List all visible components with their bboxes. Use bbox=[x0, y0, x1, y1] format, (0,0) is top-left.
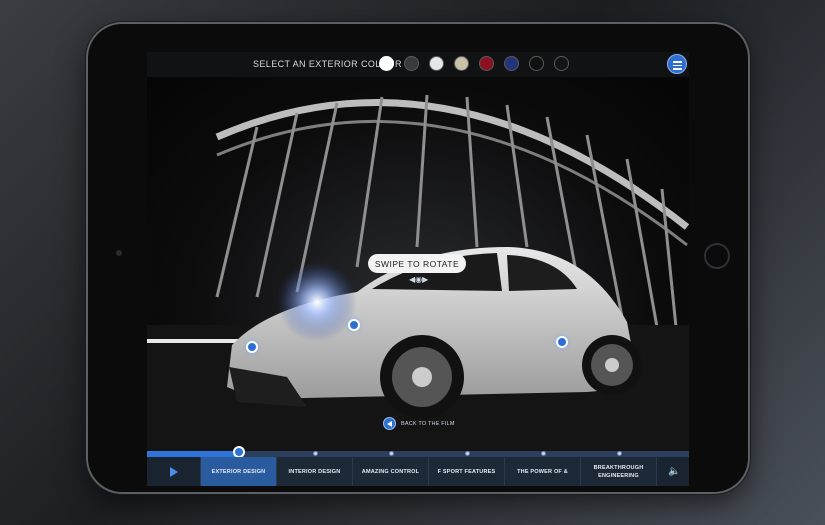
tablet-frame: SELECT AN EXTERIOR COLOUR SWIPE TO ROTAT… bbox=[88, 24, 748, 492]
colour-swatch-black[interactable] bbox=[529, 56, 544, 71]
chapter-marker[interactable] bbox=[389, 451, 394, 456]
colour-swatch-beige[interactable] bbox=[454, 56, 469, 71]
chapter-tab[interactable]: F SPORT FEATURES bbox=[429, 457, 505, 486]
colour-selector-bar: SELECT AN EXTERIOR COLOUR bbox=[147, 52, 689, 77]
front-camera bbox=[116, 250, 122, 256]
swipe-to-rotate-label: SWIPE TO ROTATE bbox=[368, 254, 466, 273]
colour-swatch-dark-grey[interactable] bbox=[404, 56, 419, 71]
car-360-viewer[interactable]: SWIPE TO ROTATE ◀◉▶ BACK TO THE FILM bbox=[147, 77, 689, 451]
chapter-tab[interactable]: INTERIOR DESIGN bbox=[277, 457, 353, 486]
back-arrow-icon bbox=[383, 417, 396, 430]
home-button[interactable] bbox=[704, 243, 730, 269]
colour-swatch-blue[interactable] bbox=[504, 56, 519, 71]
colour-swatch-red[interactable] bbox=[479, 56, 494, 71]
app-screen: SELECT AN EXTERIOR COLOUR SWIPE TO ROTAT… bbox=[147, 52, 689, 486]
hotspot-headlight[interactable] bbox=[348, 319, 360, 331]
chapter-marker[interactable] bbox=[465, 451, 470, 456]
chapter-marker[interactable] bbox=[313, 451, 318, 456]
colour-swatch-white[interactable] bbox=[379, 56, 394, 71]
hotspot-side[interactable] bbox=[556, 336, 568, 348]
colour-swatch-black-2[interactable] bbox=[554, 56, 569, 71]
menu-button[interactable] bbox=[667, 54, 687, 74]
back-to-film-label: BACK TO THE FILM bbox=[401, 420, 455, 427]
chapter-marker[interactable] bbox=[541, 451, 546, 456]
hotspot-front-grille[interactable] bbox=[246, 341, 258, 353]
chapter-tab[interactable]: BREAKTHROUGH ENGINEERING bbox=[581, 457, 657, 486]
rotate-arrows-icon: ◀◉▶ bbox=[409, 275, 429, 284]
chapter-marker[interactable] bbox=[617, 451, 622, 456]
chapter-tab[interactable]: THE POWER OF & bbox=[505, 457, 581, 486]
colour-swatch-light-silver[interactable] bbox=[429, 56, 444, 71]
chapter-navigation: EXTERIOR DESIGN INTERIOR DESIGN AMAZING CO… bbox=[147, 457, 689, 486]
play-icon[interactable] bbox=[147, 457, 201, 486]
chapter-tab[interactable]: EXTERIOR DESIGN bbox=[201, 457, 277, 486]
chapter-tab[interactable]: AMAZING CONTROL bbox=[353, 457, 429, 486]
volume-icon[interactable]: 🔈 bbox=[657, 457, 689, 486]
back-to-film-button[interactable]: BACK TO THE FILM bbox=[383, 417, 455, 430]
